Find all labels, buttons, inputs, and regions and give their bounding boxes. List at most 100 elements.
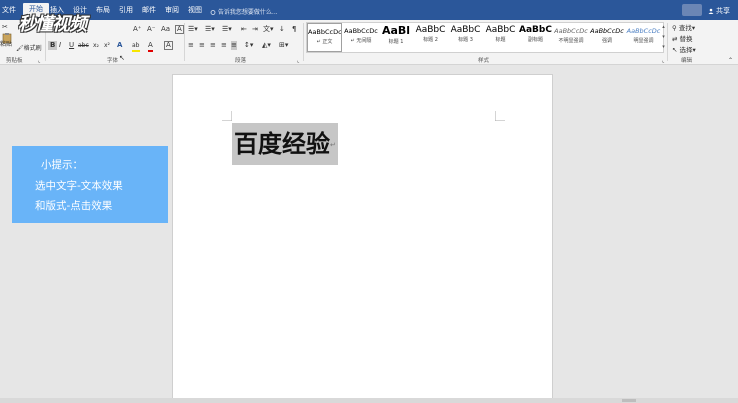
tab-mailings[interactable]: 邮件	[142, 6, 156, 15]
borders-icon[interactable]: ⊞▾	[279, 41, 288, 50]
find-label: 查找	[678, 24, 692, 32]
increase-indent-icon[interactable]: ⇥	[252, 25, 258, 34]
collapse-ribbon-icon[interactable]: ⌃	[728, 56, 733, 65]
style-heading-3[interactable]: AaBbC 标题 3	[448, 23, 483, 52]
tab-references[interactable]: 引用	[119, 6, 133, 15]
share-button[interactable]: 共享	[708, 6, 730, 16]
document-page[interactable]: 百度经验↵	[172, 74, 553, 403]
font-color-button[interactable]: A	[148, 41, 153, 52]
style-subtle-emphasis[interactable]: AaBbCcDc 不明显强调	[553, 23, 589, 52]
style-preview: AaBl	[381, 24, 411, 37]
style-no-spacing[interactable]: AaBbCcDc ↵ 无间隔	[343, 23, 379, 52]
subscript-button[interactable]: x₂	[93, 41, 99, 50]
styles-scroll[interactable]: ▴ ▾ ▾	[660, 22, 667, 53]
style-title[interactable]: AaBbC 标题	[483, 23, 518, 52]
paragraph-launcher-icon[interactable]: ⌞	[297, 57, 299, 66]
person-icon	[708, 8, 714, 14]
char-border-icon[interactable]: A	[175, 25, 184, 34]
watermark-logo: 秒懂视频	[18, 10, 87, 36]
align-left-icon[interactable]: ≡	[188, 41, 194, 50]
clipboard-launcher-icon[interactable]: ⌞	[38, 57, 40, 66]
tab-file[interactable]: 文件	[2, 6, 16, 15]
format-painter-button[interactable]: 🖌格式刷	[16, 44, 42, 53]
change-case-button[interactable]: Aa	[161, 25, 170, 34]
tip-line-1: 选中文字-文本效果	[35, 180, 123, 192]
style-preview: AaBbCcDc	[554, 27, 588, 35]
shading-icon[interactable]: ◭▾	[262, 41, 271, 50]
separator	[184, 23, 185, 61]
search-icon: ⚲	[672, 24, 677, 32]
tell-me-text: 告诉我您想要做什么...	[217, 9, 278, 16]
align-right-icon[interactable]: ≡	[210, 41, 216, 50]
sort-icon[interactable]: ↓	[279, 25, 285, 34]
style-normal[interactable]: AaBbCcDc ↵ 正文	[307, 23, 342, 52]
find-button[interactable]: ⚲ 查找▾	[672, 22, 695, 32]
grow-font-button[interactable]: A⁺	[133, 25, 141, 34]
bold-button[interactable]: B	[48, 41, 58, 50]
chevron-up-icon[interactable]: ▴	[662, 24, 665, 30]
multilevel-list-icon[interactable]: ☰▾	[222, 25, 232, 34]
more-styles-icon[interactable]: ▾	[662, 44, 665, 50]
style-heading-1[interactable]: AaBl 标题 1	[379, 23, 413, 52]
tip-box: 小提示： 选中文字-文本效果 和版式-点击效果	[12, 146, 168, 223]
bullets-icon[interactable]: ☰▾	[188, 25, 198, 34]
format-painter-label: 格式刷	[23, 45, 42, 52]
superscript-button[interactable]: x²	[104, 41, 110, 50]
style-name: 明显强调	[633, 38, 654, 44]
decrease-indent-icon[interactable]: ⇤	[241, 25, 247, 34]
tab-review[interactable]: 审阅	[165, 6, 179, 15]
selected-text[interactable]: 百度经验↵	[232, 123, 338, 165]
select-button[interactable]: ↖ 选择▾	[672, 44, 696, 54]
style-name: ↵ 正文	[316, 39, 333, 45]
highlight-button[interactable]: ab	[132, 41, 140, 52]
tab-view[interactable]: 视图	[188, 6, 202, 15]
styles-launcher-icon[interactable]: ⌞	[662, 57, 664, 66]
style-name: 标题 2	[423, 37, 438, 43]
style-preview: AaBbCcDc	[590, 27, 624, 35]
separator	[303, 23, 304, 61]
clipboard-group-label: 剪贴板	[6, 58, 23, 64]
style-preview: AaBbC	[415, 25, 446, 35]
share-label: 共享	[716, 7, 730, 15]
lightbulb-icon	[210, 9, 216, 15]
style-preview: AaBbC	[485, 25, 516, 35]
account-area[interactable]	[682, 4, 702, 16]
paste-label: 粘贴	[0, 41, 13, 48]
distributed-icon[interactable]: ≡	[231, 41, 237, 50]
tip-line-2: 和版式-点击效果	[35, 200, 113, 212]
line-spacing-icon[interactable]: ↕▾	[244, 41, 253, 50]
style-name: 标题 1	[388, 39, 404, 45]
chinese-layout-icon[interactable]: 文▾	[263, 25, 274, 34]
show-marks-icon[interactable]: ¶	[292, 25, 296, 34]
text-effects-button[interactable]: A	[117, 41, 122, 50]
style-intense-emphasis[interactable]: AaBbCcDc 明显强调	[625, 23, 662, 52]
replace-button[interactable]: ⇄ 替换	[672, 33, 693, 43]
zoom-slider[interactable]	[622, 399, 636, 402]
replace-label: 替换	[679, 35, 693, 43]
style-heading-2[interactable]: AaBbC 标题 2	[413, 23, 448, 52]
style-emphasis[interactable]: AaBbCcDc 强调	[589, 23, 625, 52]
margin-corner-top-right	[495, 111, 505, 121]
tell-me-search[interactable]: 告诉我您想要做什么...	[210, 7, 278, 16]
style-name: 不明显强调	[558, 38, 584, 44]
numbering-icon[interactable]: ☰▾	[205, 25, 215, 34]
style-name: ↵ 无间隔	[350, 38, 372, 44]
italic-button[interactable]: I	[59, 41, 61, 50]
tab-layout[interactable]: 布局	[96, 6, 110, 15]
tip-title: 小提示：	[41, 159, 83, 171]
chevron-down-icon[interactable]: ▾	[662, 34, 665, 40]
margin-corner-top-left	[222, 111, 232, 121]
title-bar: 文件 开始 插入 设计 布局 引用 邮件 审阅 视图 告诉我您想要做什么... …	[0, 0, 738, 20]
style-subtitle[interactable]: AaBbC 副标题	[518, 23, 553, 52]
paragraph-mark: ↵	[330, 141, 336, 149]
justify-icon[interactable]: ≡	[221, 41, 227, 50]
select-icon: ↖	[672, 46, 678, 54]
document-text: 百度经验	[234, 130, 330, 158]
underline-button[interactable]: U	[69, 41, 74, 50]
align-center-icon[interactable]: ≡	[199, 41, 205, 50]
shrink-font-button[interactable]: A⁻	[147, 25, 155, 34]
strikethrough-button[interactable]: abc	[78, 41, 89, 50]
cut-icon[interactable]: ✂	[2, 23, 8, 32]
font-group-label: 字体	[107, 58, 119, 64]
char-shading-icon[interactable]: A	[164, 41, 173, 50]
